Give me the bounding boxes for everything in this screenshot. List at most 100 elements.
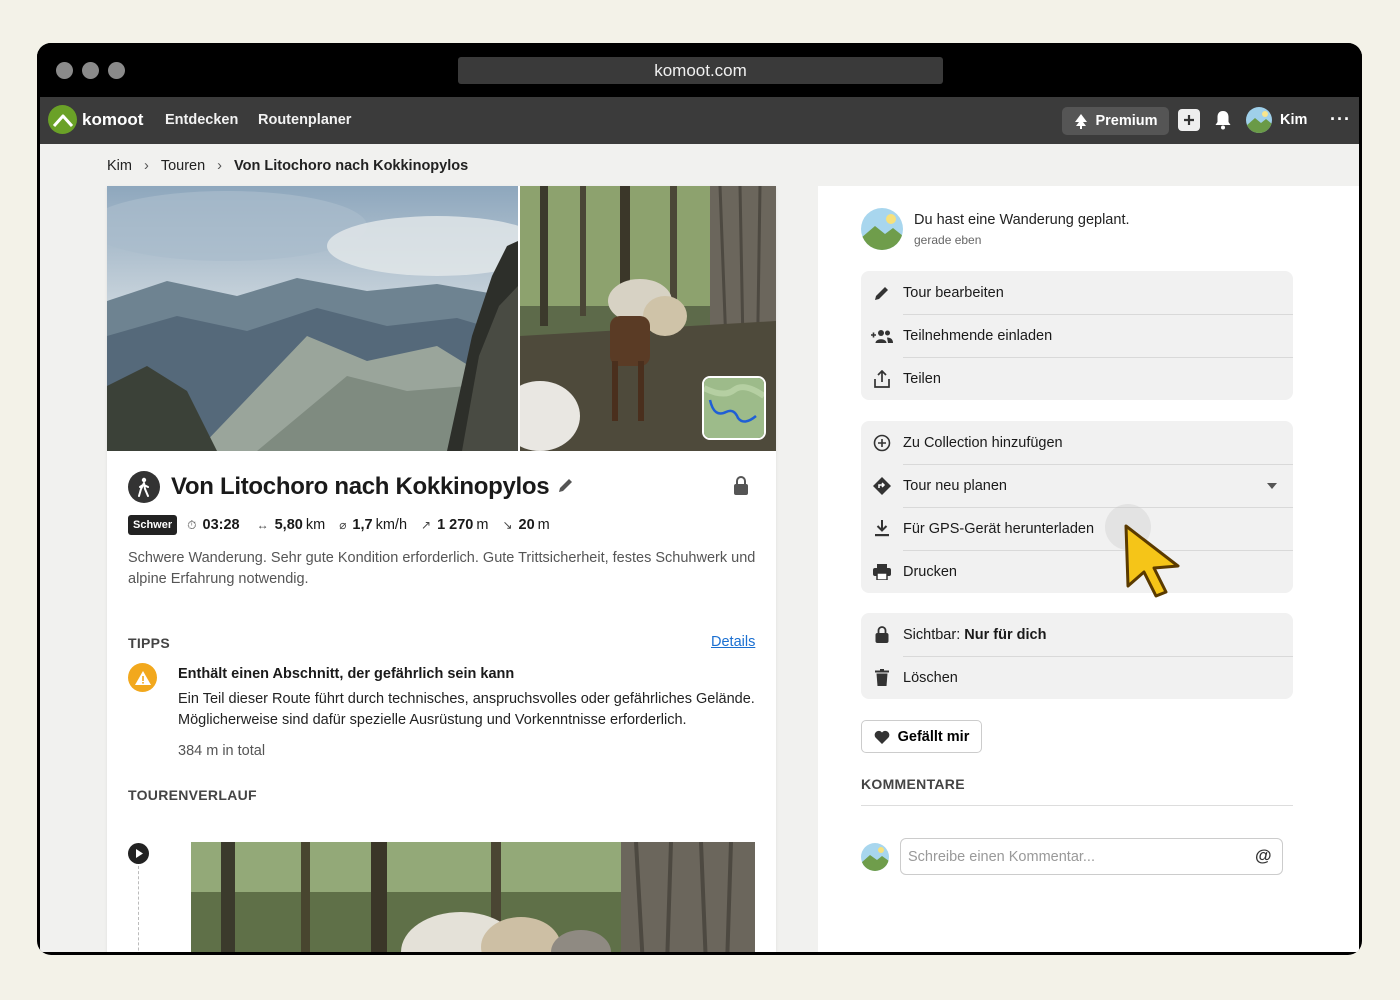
visibility-label: Sichtbar: — [903, 626, 961, 643]
route-minimap[interactable] — [702, 376, 766, 440]
share-icon — [871, 368, 893, 390]
tip-meta: 384 m in total — [178, 743, 266, 759]
minimize-window-dot[interactable] — [82, 62, 99, 79]
title-bar: komoot.com — [37, 43, 1362, 97]
average-speed-icon: ⌀ — [339, 518, 347, 532]
edit-title-pencil-icon[interactable] — [557, 476, 575, 499]
tour-title-row: Von Litochoro nach Kokkinopylos — [128, 471, 575, 503]
menu-loeschen[interactable]: Löschen — [861, 656, 1293, 699]
comment-avatar — [861, 843, 889, 871]
plus-circle-icon — [871, 432, 893, 454]
menu-tour-neu-planen[interactable]: Tour neu planen — [861, 464, 1293, 507]
breadcrumb-current: Von Litochoro nach Kokkinopylos — [234, 158, 469, 174]
menu-label: Für GPS-Gerät herunterladen — [903, 520, 1095, 537]
menu-sichtbarkeit[interactable]: Sichtbar: Nur für dich — [861, 613, 1293, 656]
tip-title: Enthält einen Abschnitt, der gefährlich … — [178, 666, 515, 682]
nav-link-entdecken[interactable]: Entdecken — [165, 97, 238, 144]
caret-down-icon[interactable] — [1267, 477, 1277, 493]
warning-icon — [128, 663, 157, 692]
difficulty-badge: Schwer — [128, 515, 178, 535]
tips-details-link[interactable]: Details — [711, 634, 755, 650]
premium-label: Premium — [1095, 113, 1158, 129]
menu-group-actions: Zu Collection hinzufügen Tour neu planen… — [861, 421, 1293, 593]
trash-icon — [871, 667, 893, 689]
comment-input[interactable] — [900, 838, 1283, 875]
close-window-dot[interactable] — [56, 62, 73, 79]
menu-group-edit: Tour bearbeiten Teilnehmende einladen Te… — [861, 271, 1293, 400]
komoot-logo-link[interactable]: komoot — [48, 105, 143, 134]
timeline-line — [138, 866, 139, 952]
tour-title: Von Litochoro nach Kokkinopylos — [171, 473, 550, 500]
user-avatar[interactable] — [1246, 107, 1272, 133]
pencil-icon — [871, 282, 893, 304]
heart-icon — [874, 730, 889, 744]
plus-icon — [1184, 115, 1194, 125]
stat-speed: ⌀ 1,7 km/h — [339, 517, 408, 533]
chevron-right-icon: › — [217, 158, 223, 174]
nav-link-routenplaner[interactable]: Routenplaner — [258, 97, 351, 144]
brand-name: komoot — [82, 109, 144, 129]
menu-group-privacy: Sichtbar: Nur für dich Löschen — [861, 613, 1293, 699]
arrow-up-right-icon: ↗ — [421, 518, 432, 532]
menu-label: Zu Collection hinzufügen — [903, 434, 1063, 451]
stat-uphill: ↗ 1 270 m — [421, 517, 489, 533]
timeline-heading: TOURENVERLAUF — [128, 787, 257, 803]
activity-time: gerade eben — [914, 233, 982, 247]
menu-zu-collection-hinzufuegen[interactable]: Zu Collection hinzufügen — [861, 421, 1293, 464]
visibility-value: Nur für dich — [964, 626, 1047, 643]
arrow-down-right-icon: ↘ — [502, 518, 513, 532]
printer-icon — [871, 561, 893, 583]
breadcrumb: Kim › Touren › Von Litochoro nach Kokkin… — [107, 158, 468, 174]
komoot-logo-icon — [48, 105, 77, 134]
menu-label: Löschen — [903, 669, 958, 686]
breadcrumb-kim[interactable]: Kim — [107, 158, 132, 174]
notifications-button[interactable] — [1214, 109, 1232, 136]
address-bar[interactable]: komoot.com — [458, 57, 943, 84]
timeline-photo[interactable] — [191, 842, 755, 952]
activity-avatar[interactable] — [861, 208, 903, 250]
hiking-icon — [128, 471, 160, 503]
menu-label: Teilnehmende einladen — [903, 327, 1053, 344]
tour-sidebar: Du hast eine Wanderung geplant. gerade e… — [818, 186, 1359, 952]
more-menu-button[interactable]: ··· — [1330, 97, 1351, 141]
distance-arrows-icon: ↔ — [256, 518, 269, 532]
stat-duration: ⏱ 03:28 — [187, 517, 240, 533]
activity-title: Du hast eine Wanderung geplant. — [914, 212, 1130, 228]
tour-card: Von Litochoro nach Kokkinopylos Schwer ⏱… — [107, 186, 776, 952]
start-point-icon[interactable] — [128, 843, 149, 864]
menu-tour-bearbeiten[interactable]: Tour bearbeiten — [861, 271, 1293, 314]
tour-description: Schwere Wanderung. Sehr gute Kondition e… — [128, 550, 756, 587]
route-diamond-icon — [871, 475, 893, 497]
bell-icon — [1215, 111, 1231, 130]
breadcrumb-touren[interactable]: Touren — [161, 158, 205, 174]
maximize-window-dot[interactable] — [108, 62, 125, 79]
top-navigation: komoot Entdecken Routenplaner Premium Ki… — [40, 97, 1359, 144]
premium-button[interactable]: Premium — [1062, 107, 1169, 135]
tip-text: Ein Teil dieser Route führt durch techni… — [178, 691, 755, 728]
stat-distance: ↔ 5,80 km — [256, 517, 326, 533]
tree-icon — [1075, 114, 1088, 129]
mention-button[interactable]: @ — [1255, 846, 1272, 866]
add-people-icon — [871, 325, 893, 347]
menu-gps-herunterladen[interactable]: Für GPS-Gerät herunterladen — [861, 507, 1293, 550]
chevron-right-icon: › — [143, 158, 149, 174]
stat-downhill: ↘ 20 m — [502, 517, 550, 533]
create-button[interactable] — [1178, 109, 1200, 131]
clock-icon: ⏱ — [187, 517, 197, 532]
menu-label: Teilen — [903, 370, 941, 387]
private-lock-icon — [733, 476, 749, 500]
user-name[interactable]: Kim — [1280, 97, 1307, 144]
download-icon — [871, 518, 893, 540]
comments-heading: KOMMENTARE — [861, 776, 965, 792]
tour-photo-mountains[interactable] — [107, 186, 518, 451]
tour-photo-forest-mules[interactable] — [520, 186, 776, 451]
menu-teilen[interactable]: Teilen — [861, 357, 1293, 400]
menu-drucken[interactable]: Drucken — [861, 550, 1293, 593]
menu-label: Drucken — [903, 563, 957, 580]
like-button[interactable]: Gefällt mir — [861, 720, 982, 753]
menu-label: Tour bearbeiten — [903, 284, 1004, 301]
activity-item: Du hast eine Wanderung geplant. gerade e… — [861, 208, 1130, 250]
menu-teilnehmende-einladen[interactable]: Teilnehmende einladen — [861, 314, 1293, 357]
browser-window: komoot.com komoot Entdecken Routenplaner… — [37, 43, 1362, 955]
tour-stats: Schwer ⏱ 03:28 ↔ 5,80 km ⌀ 1,7 km/h ↗ 1 270 m ↘… — [128, 515, 564, 535]
